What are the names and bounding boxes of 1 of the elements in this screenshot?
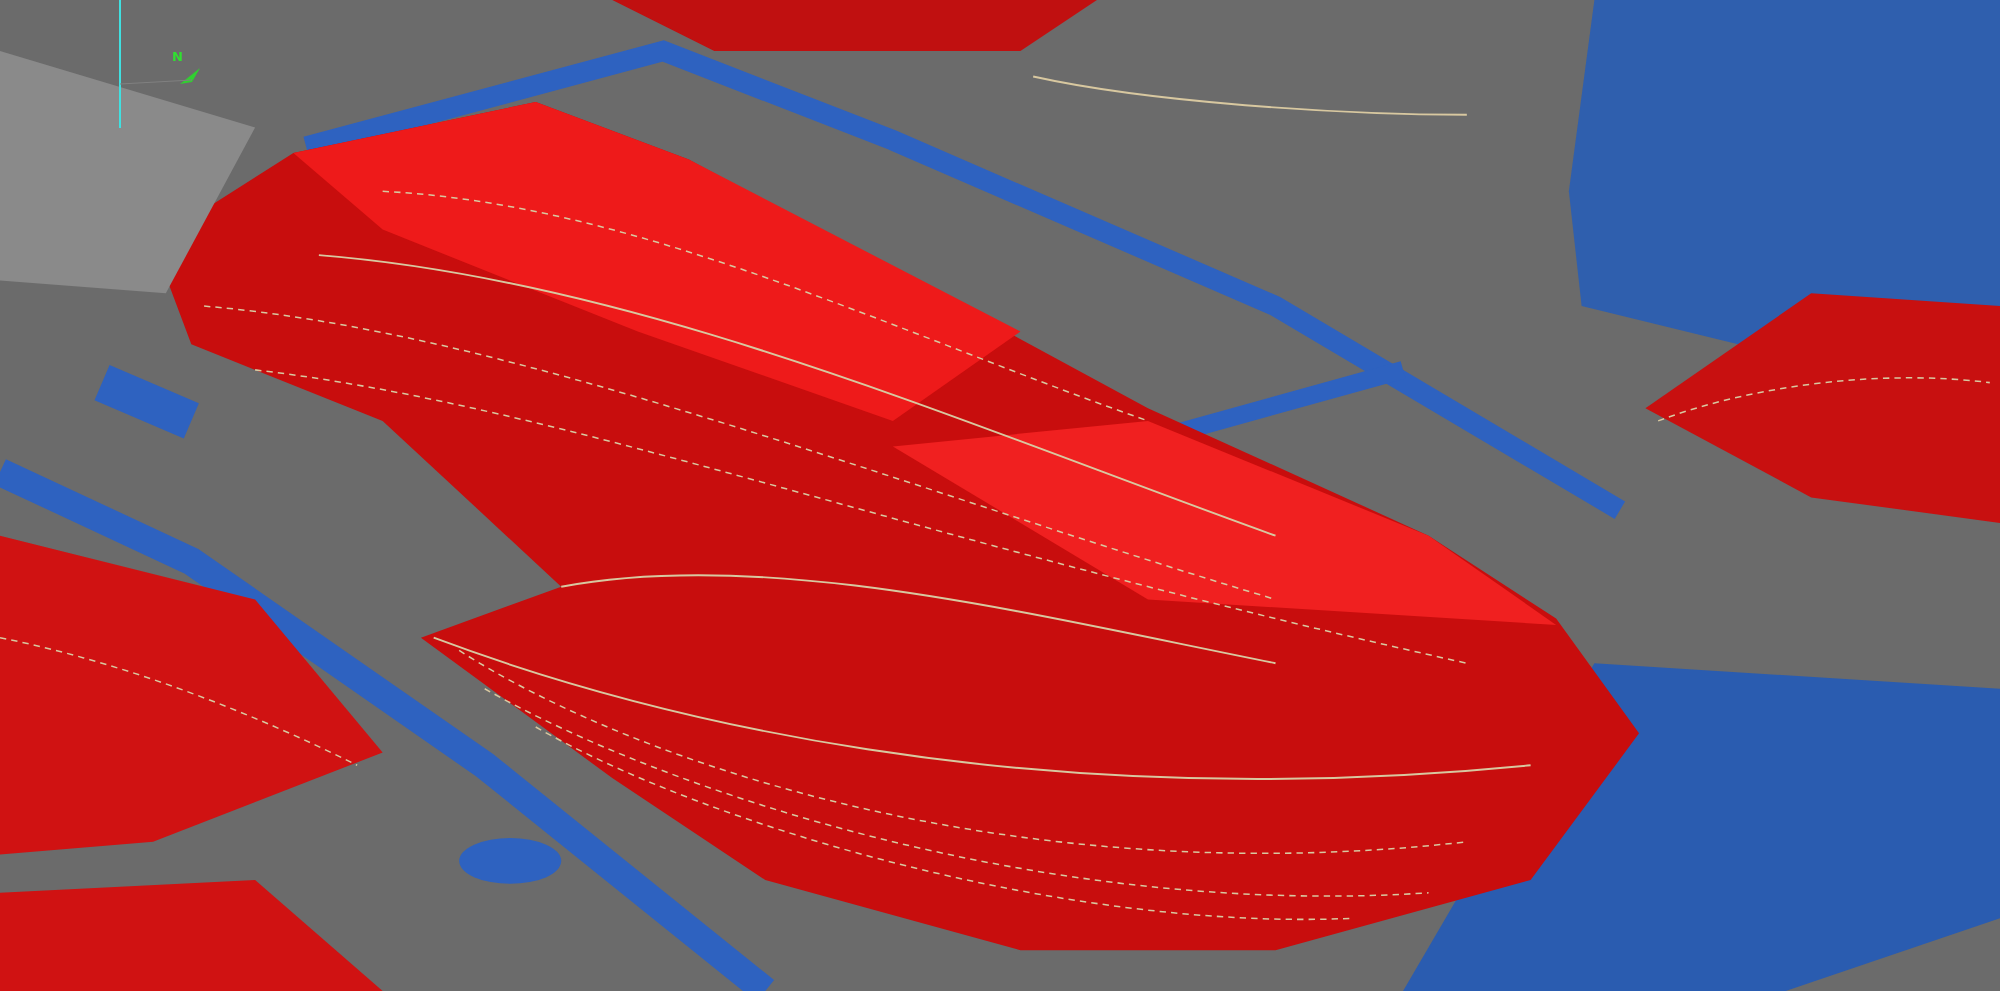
- compass-label: N: [172, 50, 183, 63]
